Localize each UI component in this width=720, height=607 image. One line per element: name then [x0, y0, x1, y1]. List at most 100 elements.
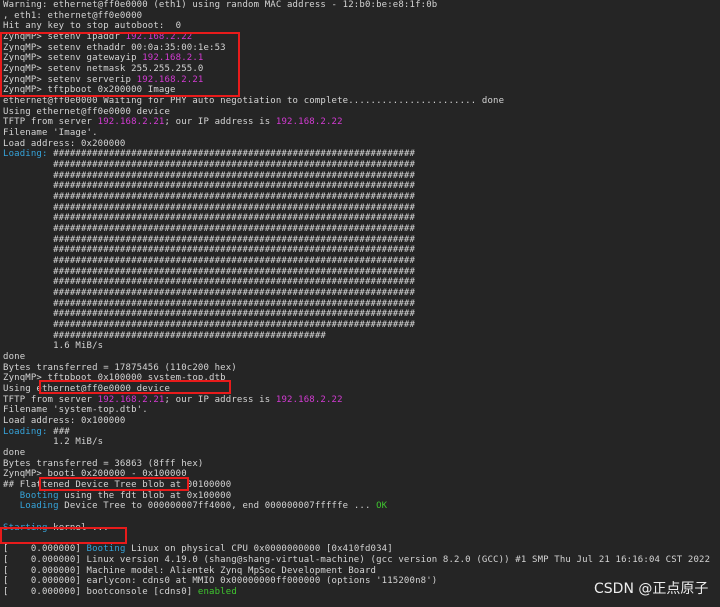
- terminal-line: , eth1: ethernet@ff0e0000: [3, 11, 142, 22]
- terminal-line: ########################################…: [3, 235, 415, 246]
- terminal-line: ########################################…: [3, 192, 415, 203]
- terminal-line: done: [3, 448, 25, 459]
- terminal-text-segment: Starting: [3, 522, 48, 533]
- terminal-text-segment: ; our IP address is: [164, 117, 276, 128]
- terminal-line: ########################################…: [3, 256, 415, 267]
- terminal-text-segment: Filename 'Image'.: [3, 128, 98, 139]
- terminal-line: TFTP from server 192.168.2.21; our IP ad…: [3, 117, 343, 128]
- terminal-line: Warning: ethernet@ff0e0000 (eth1) using …: [3, 0, 437, 11]
- terminal-text-segment: Booting: [3, 490, 59, 501]
- terminal-text-segment: Bytes transferred = 17875456 (110c200 he…: [3, 362, 237, 373]
- terminal-text-segment: ZynqMP> tftpboot 0x100000 system-top.dtb: [3, 373, 226, 384]
- terminal-line: Booting using the fdt blob at 0x100000: [3, 491, 231, 502]
- terminal-text-segment: 192.168.2.21: [97, 117, 165, 128]
- terminal-line: [ 0.000000] Linux version 4.19.0 (shang@…: [3, 555, 710, 566]
- terminal-text-segment: Loading: [3, 501, 59, 512]
- terminal-text-segment: ########################################…: [3, 202, 416, 213]
- terminal-line: Hit any key to stop autoboot: 0: [3, 21, 181, 32]
- terminal-line: ########################################…: [3, 203, 415, 214]
- terminal-line: ########################################…: [3, 309, 415, 320]
- terminal-line: ########################################…: [3, 245, 415, 256]
- terminal-line: ########################################…: [3, 181, 415, 192]
- terminal-text-segment: ########################################…: [3, 213, 416, 224]
- terminal-window[interactable]: Warning: ethernet@ff0e0000 (eth1) using …: [0, 0, 720, 607]
- terminal-text-segment: ########################################…: [3, 320, 416, 331]
- terminal-text-segment: Bytes transferred = 36863 (8fff hex): [3, 458, 204, 469]
- terminal-text-segment: 192.168.2.22: [125, 32, 193, 42]
- terminal-line: [ 0.000000] Booting Linux on physical CP…: [3, 544, 393, 555]
- terminal-text-segment: Filename 'system-top.dtb'.: [3, 405, 148, 416]
- terminal-line: Using ethernet@ff0e0000 device: [3, 384, 170, 395]
- terminal-text-segment: ZynqMP> tftpboot 0x200000 Image: [3, 85, 176, 96]
- terminal-line: ZynqMP> setenv gatewayip 192.168.2.1: [3, 53, 203, 64]
- watermark-text: CSDN @正点原子: [594, 581, 709, 597]
- terminal-text-segment: 192.168.2.1: [142, 53, 204, 64]
- terminal-line: Loading: ###: [3, 427, 70, 438]
- terminal-text-segment: Linux on physical CPU 0x0000000000 [0x41…: [125, 544, 393, 555]
- terminal-line: ########################################…: [3, 171, 415, 182]
- terminal-text-segment: ########################################…: [3, 181, 416, 192]
- terminal-text-segment: ; our IP address is: [164, 394, 276, 405]
- terminal-text-segment: ########################################…: [47, 149, 416, 160]
- terminal-text-segment: ########################################…: [3, 160, 416, 171]
- terminal-line: ########################################…: [3, 277, 415, 288]
- terminal-text-segment: ZynqMP> setenv netmask 255.255.255.0: [3, 64, 204, 75]
- terminal-text-segment: ########################################…: [3, 245, 416, 256]
- terminal-text-segment: 1.2 MiB/s: [3, 437, 104, 448]
- terminal-text-segment: ZynqMP> setenv serverip: [3, 74, 137, 85]
- terminal-text-segment: ########################################…: [3, 256, 416, 267]
- terminal-text-segment: ########################################…: [3, 298, 416, 309]
- terminal-text-segment: [ 0.000000]: [3, 544, 87, 555]
- terminal-text-segment: enabled: [197, 586, 237, 597]
- terminal-text-segment: 192.168.2.22: [275, 117, 343, 128]
- terminal-line: ########################################…: [3, 299, 415, 310]
- terminal-text-segment: kernel ...: [47, 522, 109, 533]
- terminal-text-segment: ## Flattened Device Tree blob at 0010000…: [3, 480, 232, 491]
- terminal-text-segment: ########################################…: [3, 330, 326, 341]
- terminal-line: Filename 'system-top.dtb'.: [3, 405, 148, 416]
- terminal-line: Loading Device Tree to 000000007ff4000, …: [3, 501, 387, 512]
- terminal-line: ZynqMP> setenv ethaddr 00:0a:35:00:1e:53: [3, 43, 226, 54]
- terminal-text-segment: ########################################…: [3, 234, 416, 245]
- terminal-line: Starting kernel ...: [3, 523, 109, 534]
- terminal-line: [ 0.000000] earlycon: cdns0 at MMIO 0x00…: [3, 576, 437, 587]
- terminal-line: Load address: 0x100000: [3, 416, 126, 427]
- terminal-line: ZynqMP> booti 0x200000 - 0x100000: [3, 469, 187, 480]
- terminal-text-segment: Device Tree to 000000007ff4000, end 0000…: [58, 501, 377, 512]
- terminal-line: Bytes transferred = 17875456 (110c200 he…: [3, 363, 237, 374]
- terminal-text-segment: 192.168.2.21: [97, 394, 165, 405]
- terminal-text-segment: ########################################…: [3, 224, 416, 235]
- terminal-line: ZynqMP> setenv serverip 192.168.2.21: [3, 75, 203, 86]
- terminal-line: ## Flattened Device Tree blob at 0010000…: [3, 480, 231, 491]
- terminal-line: ZynqMP> tftpboot 0x100000 system-top.dtb: [3, 373, 226, 384]
- terminal-line: Load address: 0x200000: [3, 139, 126, 150]
- terminal-text-segment: ########################################…: [3, 309, 416, 320]
- terminal-text-segment: ZynqMP> setenv ethaddr 00:0a:35:00:1e:53: [3, 42, 226, 53]
- terminal-line: ########################################…: [3, 331, 326, 342]
- terminal-text-segment: Using ethernet@ff0e0000 device: [3, 106, 171, 117]
- terminal-text-segment: , eth1: ethernet@ff0e0000: [3, 10, 143, 21]
- terminal-text-segment: Load address: 0x100000: [3, 416, 126, 427]
- terminal-line: ZynqMP> tftpboot 0x200000 Image: [3, 85, 176, 96]
- terminal-text-segment: ###: [47, 426, 70, 437]
- terminal-text-segment: [ 0.000000] Machine model: Alientek Zynq…: [3, 565, 377, 576]
- terminal-text-segment: Load address: 0x200000: [3, 138, 126, 149]
- terminal-text-segment: ########################################…: [3, 192, 416, 203]
- terminal-line: Using ethernet@ff0e0000 device: [3, 107, 170, 118]
- terminal-line: ZynqMP> setenv ipaddr 192.168.2.22: [3, 32, 192, 43]
- terminal-line: done: [3, 352, 25, 363]
- terminal-text-segment: Booting: [86, 544, 126, 555]
- terminal-line: ########################################…: [3, 320, 415, 331]
- terminal-line: TFTP from server 192.168.2.21; our IP ad…: [3, 395, 343, 406]
- terminal-line: 1.6 MiB/s: [3, 341, 103, 352]
- terminal-text-segment: ZynqMP> setenv ipaddr: [3, 32, 126, 42]
- terminal-line: 1.2 MiB/s: [3, 437, 103, 448]
- terminal-text-segment: Loading:: [3, 426, 48, 437]
- terminal-line: Loading: ###############################…: [3, 149, 415, 160]
- terminal-text-segment: Warning: ethernet@ff0e0000 (eth1) using …: [3, 0, 438, 10]
- terminal-text-segment: [ 0.000000] Linux version 4.19.0 (shang@…: [3, 554, 711, 565]
- terminal-text-segment: ########################################…: [3, 170, 416, 181]
- terminal-text-segment: Loading:: [3, 149, 48, 160]
- terminal-text-segment: OK: [376, 501, 388, 512]
- terminal-text-segment: ########################################…: [3, 277, 416, 288]
